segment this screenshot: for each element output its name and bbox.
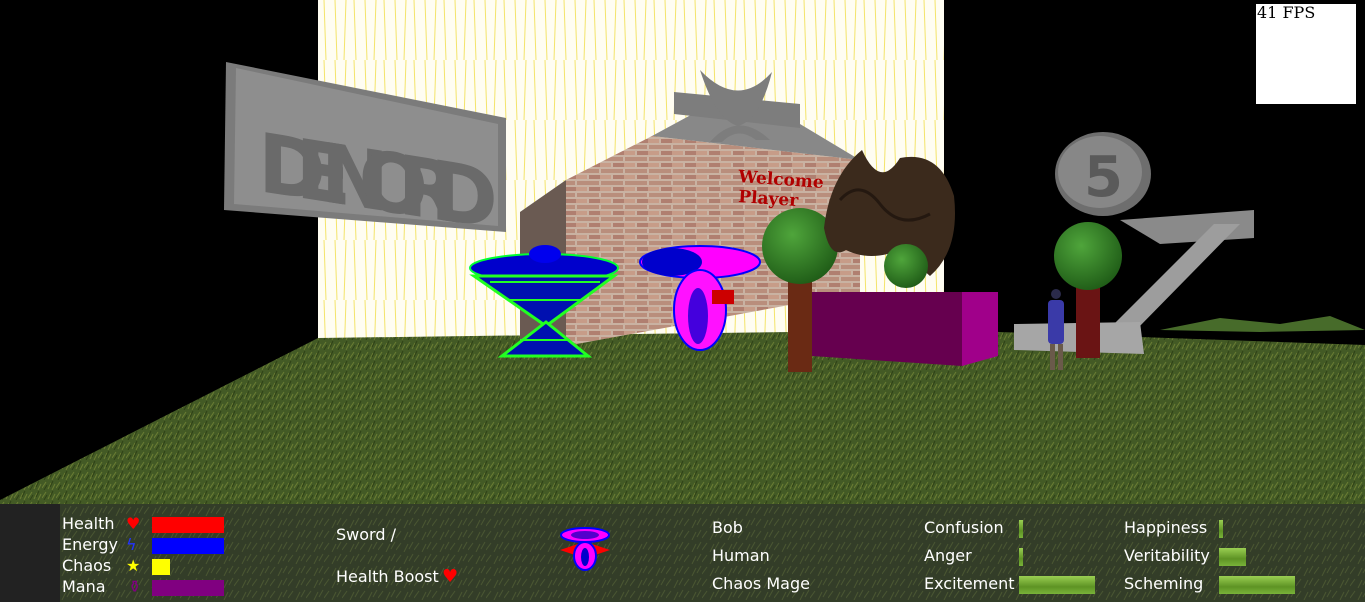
lightning-icon: ϟ (126, 535, 137, 554)
magenta-box (812, 292, 998, 366)
scheming-bar (1219, 576, 1295, 594)
stat-label-energy: Energy (62, 535, 119, 554)
equipped-item[interactable]: Health Boost (336, 567, 439, 587)
character-name: Bob (712, 518, 743, 537)
coin-number: 5 (1084, 145, 1123, 210)
hud-panel: Health ♥ Energy ϟ Chaos ★ Mana ⚱ Sword /… (0, 504, 1365, 602)
emotion-label-anger: Anger (924, 546, 972, 565)
stat-label-health: Health (62, 514, 115, 533)
stat-label-chaos: Chaos (62, 556, 112, 575)
chaos-bar (152, 559, 170, 575)
confusion-bar (1019, 520, 1023, 538)
veritability-bar (1219, 548, 1246, 566)
welcome-text-2: Player (738, 187, 800, 211)
emotion-label-excitement: Excitement (924, 574, 1015, 593)
tree-middle (884, 244, 928, 288)
stat-label-mana: Mana (62, 577, 106, 596)
star-icon: ★ (126, 556, 141, 575)
heart-icon: ♥ (126, 514, 141, 533)
energy-bar (152, 538, 224, 554)
excitement-bar (1019, 576, 1095, 594)
emotion-label-happiness: Happiness (1124, 518, 1208, 537)
fps-counter: 41 FPS (1256, 4, 1356, 104)
emotion-label-scheming: Scheming (1124, 574, 1204, 593)
character-avatar-icon (560, 527, 610, 571)
emotion-label-confusion: Confusion (924, 518, 1004, 537)
anger-bar (1019, 548, 1023, 566)
equipped-weapon[interactable]: Sword / (336, 525, 396, 545)
coin-statue: 5 (1055, 132, 1151, 216)
character-class: Chaos Mage (712, 574, 810, 593)
health-bar (152, 517, 224, 533)
potion-icon: ⚱ (128, 577, 142, 596)
happiness-bar (1219, 520, 1223, 538)
heart-icon: ♥ (442, 566, 459, 587)
character-race: Human (712, 546, 770, 565)
mana-bar (152, 580, 224, 596)
emotion-label-veritability: Veritability (1124, 546, 1210, 565)
